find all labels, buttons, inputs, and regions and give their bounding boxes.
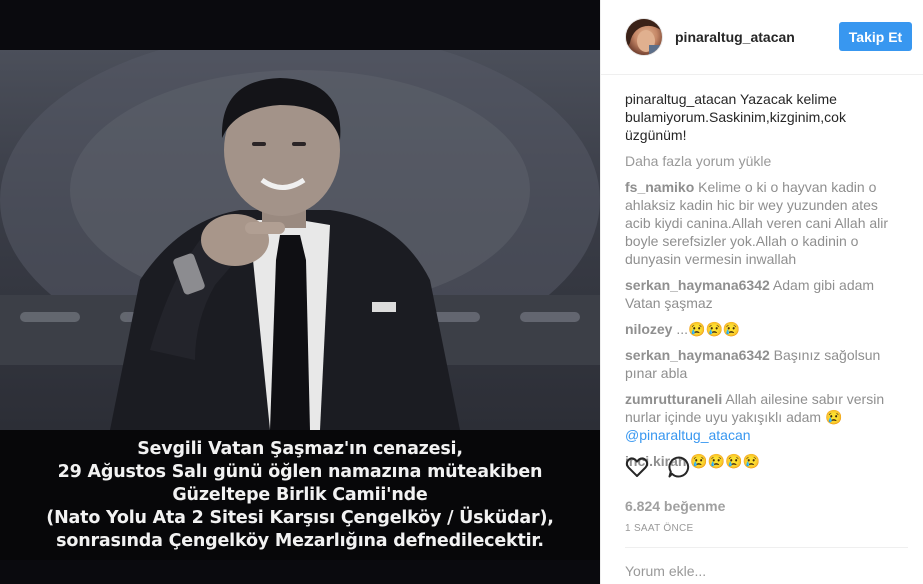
- post-photo: [0, 50, 600, 430]
- avatar-image: [626, 19, 662, 55]
- image-caption-line: (Nato Yolu Ata 2 Sitesi Karşısı Çengelkö…: [46, 507, 554, 528]
- comment-username[interactable]: serkan_haymana6342: [625, 347, 770, 363]
- load-more-comments-link[interactable]: Daha fazla yorum yükle: [625, 152, 905, 170]
- comment-item: serkan_haymana6342 Başınız sağolsun pına…: [625, 346, 905, 382]
- post-header: pinaraltug_atacan Takip Et: [601, 0, 923, 75]
- caption-username[interactable]: pinaraltug_atacan: [625, 91, 736, 107]
- post-caption: pinaraltug_atacan Yazacak kelime bulamiy…: [625, 90, 905, 144]
- comment-bubble-icon[interactable]: [665, 453, 693, 481]
- image-caption-line: sonrasında Çengelköy Mezarlığına defnedi…: [56, 530, 544, 551]
- photo-illustration: [0, 50, 600, 430]
- post-side-panel: pinaraltug_atacan Takip Et pinaraltug_at…: [600, 0, 923, 584]
- avatar[interactable]: [625, 18, 663, 56]
- add-comment-input[interactable]: [625, 560, 908, 582]
- comment-username[interactable]: nilozey: [625, 321, 672, 337]
- likes-count[interactable]: 6.824 beğenme: [625, 498, 725, 514]
- follow-button[interactable]: Takip Et: [839, 22, 912, 51]
- comment-username[interactable]: zumrutturaneli: [625, 391, 722, 407]
- comment-username[interactable]: fs_namiko: [625, 179, 694, 195]
- comment-item: fs_namiko Kelime o ki o hayvan kadin o a…: [625, 178, 905, 268]
- heart-icon[interactable]: [623, 453, 651, 481]
- header-username[interactable]: pinaraltug_atacan: [675, 29, 795, 45]
- image-caption-box: Sevgili Vatan Şaşmaz'ın cenazesi, 29 Ağu…: [0, 430, 600, 560]
- divider: [625, 547, 908, 548]
- comment-item: zumrutturaneli Allah ailesine sabır vers…: [625, 390, 905, 444]
- post-media: Sevgili Vatan Şaşmaz'ın cenazesi, 29 Ağu…: [0, 0, 600, 584]
- post-actions: [601, 453, 923, 481]
- comment-item: serkan_haymana6342 Adam gibi adam Vatan …: [625, 276, 905, 312]
- image-caption-line: 29 Ağustos Salı günü öğlen namazına müte…: [57, 461, 543, 482]
- comment-mention-link[interactable]: @pinaraltug_atacan: [625, 427, 751, 443]
- image-caption-line: Güzeltepe Birlik Camii'nde: [172, 484, 428, 505]
- comments-section: pinaraltug_atacan Yazacak kelime bulamiy…: [625, 90, 905, 478]
- image-caption-line: Sevgili Vatan Şaşmaz'ın cenazesi,: [137, 438, 463, 459]
- comment-username[interactable]: serkan_haymana6342: [625, 277, 770, 293]
- post-timestamp[interactable]: 1 SAAT ÖNCE: [625, 523, 694, 534]
- comment-text: ...😢😢😢: [676, 321, 741, 337]
- comment-item: nilozey ...😢😢😢: [625, 320, 905, 338]
